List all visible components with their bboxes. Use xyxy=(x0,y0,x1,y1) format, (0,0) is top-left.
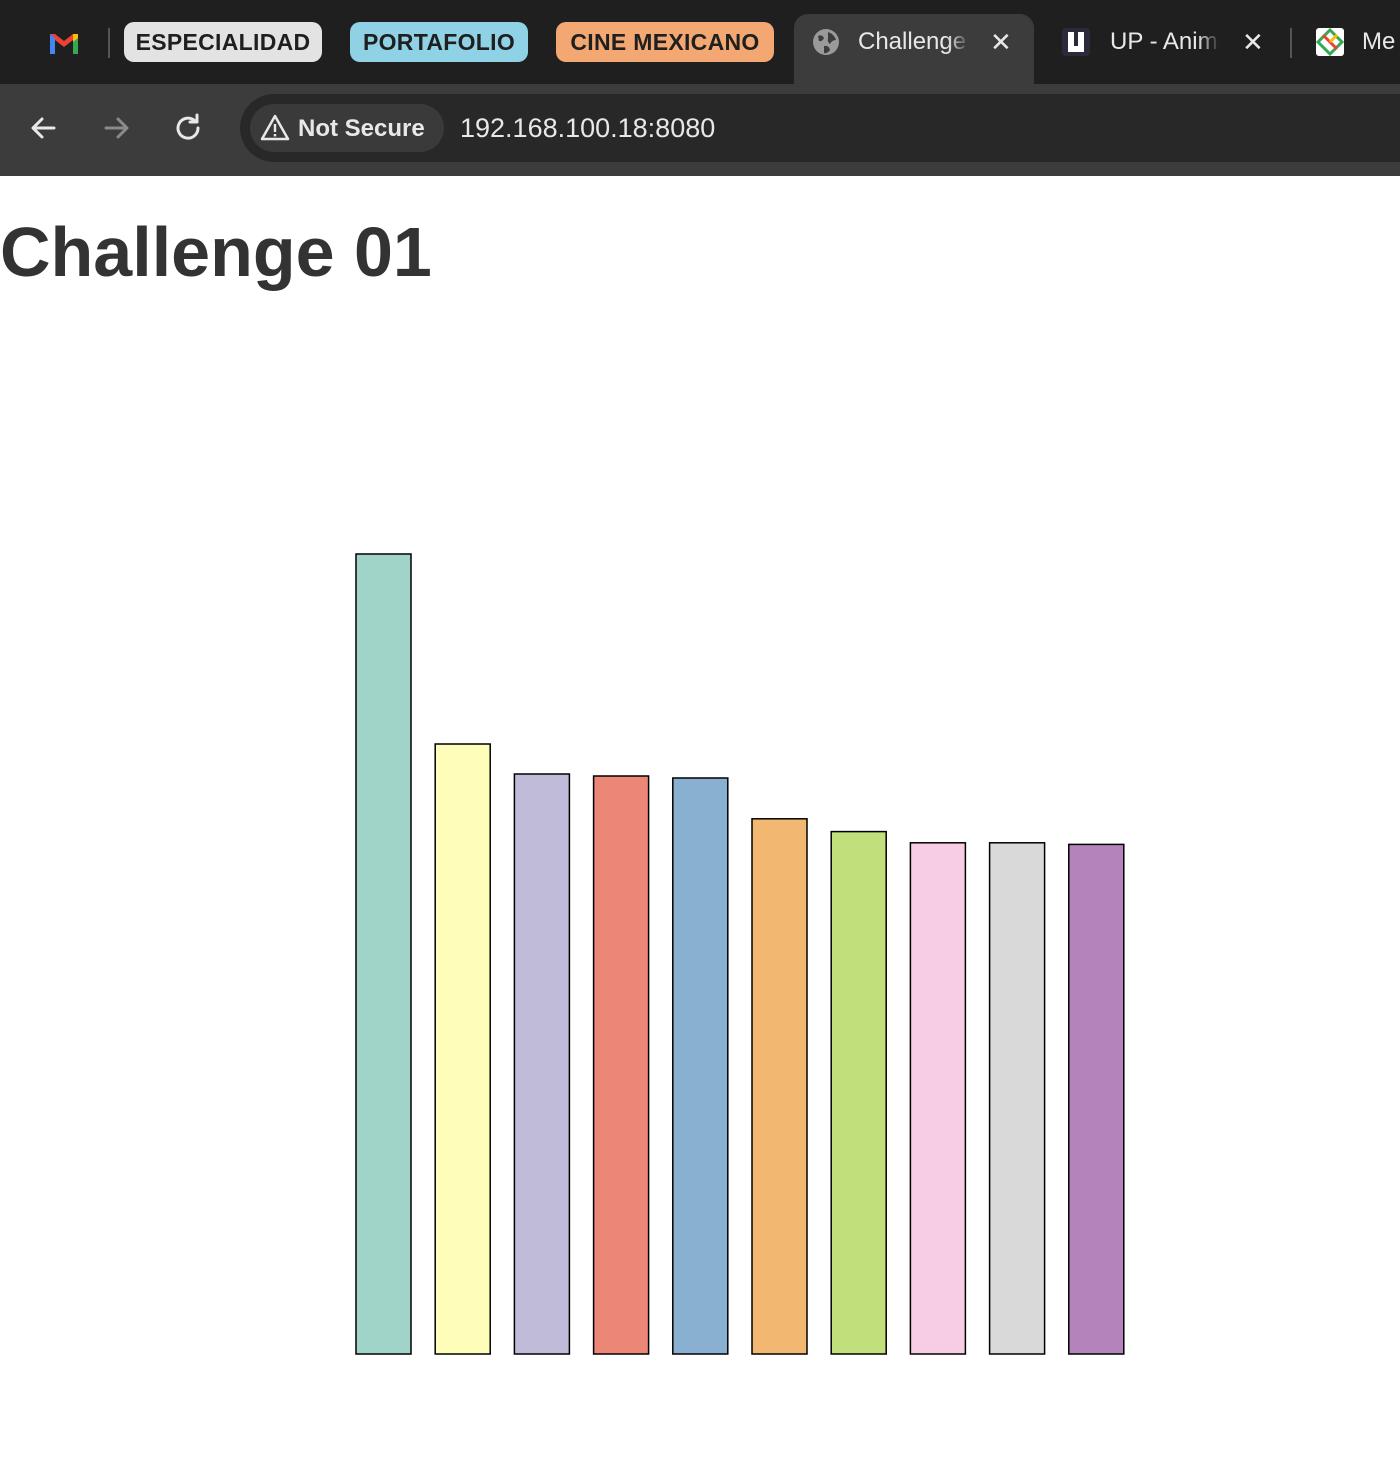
colorful-diamond-icon xyxy=(1315,27,1345,57)
tab-group-portafolio[interactable]: PORTAFOLIO xyxy=(350,22,528,62)
tab-up-animacion[interactable]: UP - Animación ✕ xyxy=(1046,14,1286,84)
up-app-icon xyxy=(1062,28,1090,56)
tab-bar: ESPECIALIDAD PORTAFOLIO CINE MEXICANO Ch… xyxy=(0,0,1400,84)
security-label: Not Secure xyxy=(298,115,425,142)
tab-title: Challenge 01 xyxy=(858,28,970,55)
warning-triangle-icon xyxy=(260,114,290,141)
bar-6 xyxy=(751,818,808,1355)
tab-title: UP - Animación xyxy=(1110,28,1220,55)
url-text[interactable]: 192.168.100.18:8080 xyxy=(460,113,715,144)
bar-chart xyxy=(355,553,1125,1355)
tab-group-especialidad[interactable]: ESPECIALIDAD xyxy=(124,22,322,62)
address-bar[interactable]: Not Secure 192.168.100.18:8080 xyxy=(240,94,1400,162)
bar-4 xyxy=(592,775,650,1355)
browser-chrome: ESPECIALIDAD PORTAFOLIO CINE MEXICANO Ch… xyxy=(0,0,1400,176)
tab-title: Me xyxy=(1362,28,1396,55)
tab-separator xyxy=(1290,28,1292,58)
security-chip[interactable]: Not Secure xyxy=(250,104,444,152)
bar-8 xyxy=(909,842,967,1355)
bar-10 xyxy=(1068,843,1125,1355)
back-arrow-icon[interactable] xyxy=(24,108,64,148)
gmail-icon[interactable] xyxy=(40,24,88,60)
bar-2 xyxy=(434,743,491,1355)
reload-icon[interactable] xyxy=(168,108,208,148)
forward-arrow-icon[interactable] xyxy=(96,108,136,148)
tab-me[interactable]: Me xyxy=(1300,14,1400,84)
bar-3 xyxy=(513,773,571,1355)
bar-7 xyxy=(830,830,887,1355)
tab-group-cine-mexicano[interactable]: CINE MEXICANO xyxy=(556,22,774,62)
bar-1 xyxy=(355,553,412,1355)
close-icon[interactable]: ✕ xyxy=(990,27,1012,58)
close-icon[interactable]: ✕ xyxy=(1242,27,1264,58)
globe-icon xyxy=(813,29,839,55)
tab-challenge[interactable]: Challenge 01 ✕ xyxy=(794,14,1034,84)
toolbar: Not Secure 192.168.100.18:8080 xyxy=(0,84,1400,176)
bar-9 xyxy=(988,842,1046,1355)
tab-separator xyxy=(108,28,110,58)
bar-5 xyxy=(672,777,729,1355)
